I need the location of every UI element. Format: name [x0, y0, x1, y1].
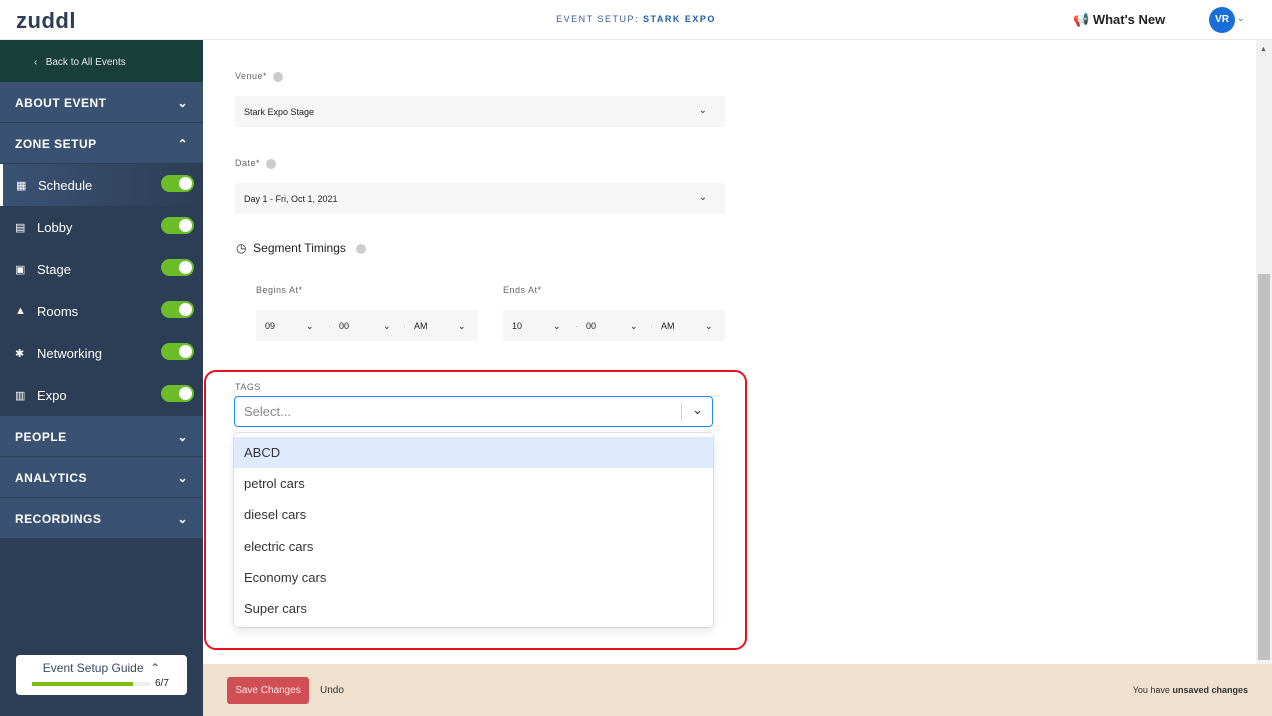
segment-timings-title: ◷ Segment Timings	[236, 241, 366, 255]
section-recordings[interactable]: RECORDINGS ⌄	[0, 498, 203, 539]
lobby-icon: ▤	[15, 221, 26, 234]
scroll-up-icon[interactable]: ▲	[1260, 46, 1267, 53]
begins-label: Begins At*	[256, 285, 303, 295]
info-icon[interactable]	[273, 71, 284, 82]
ends-hour[interactable]: 10	[512, 321, 522, 331]
section-analytics[interactable]: ANALYTICS ⌄	[0, 457, 203, 498]
chevron-down-icon: ⌄	[458, 321, 466, 331]
sidebar: ‹ Back to All Events ABOUT EVENT ⌄ ZONE S…	[0, 40, 203, 716]
section-people[interactable]: PEOPLE ⌄	[0, 416, 203, 457]
chevron-down-icon: ⌄	[698, 105, 707, 116]
undo-button[interactable]: Undo	[320, 685, 344, 696]
tags-dropdown-menu: ABCD petrol cars diesel cars electric ca…	[234, 433, 713, 627]
chevron-down-icon[interactable]: ⌄	[692, 402, 703, 418]
avatar[interactable]: VR	[1209, 7, 1235, 33]
guide-count: 6/7	[155, 678, 169, 689]
lobby-toggle[interactable]	[161, 217, 194, 234]
back-to-all-events[interactable]: ‹ Back to All Events	[0, 40, 203, 82]
begins-minute[interactable]: 00	[339, 321, 349, 331]
sidebar-item-schedule[interactable]: ▦ Schedule	[0, 164, 203, 206]
venue-select[interactable]: Stark Expo Stage ⌄	[235, 96, 725, 127]
ends-label: Ends At*	[503, 285, 542, 295]
tag-option[interactable]: Super cars	[234, 593, 713, 624]
ends-ampm[interactable]: AM	[661, 321, 675, 331]
chevron-down-icon[interactable]: ⌄	[1237, 13, 1245, 24]
guide-progress-fill	[32, 682, 134, 686]
sidebar-item-networking[interactable]: ✱ Networking	[0, 332, 203, 374]
stage-icon: ▣	[15, 263, 26, 276]
info-icon[interactable]	[355, 243, 366, 254]
section-about-event[interactable]: ABOUT EVENT ⌄	[0, 82, 203, 123]
top-header: zuddl EVENT SETUP: STARK EXPO 📢 What's N…	[0, 0, 1272, 40]
main-content: Venue* Stark Expo Stage ⌄ Date* Day 1 - F…	[203, 40, 1256, 664]
chevron-up-icon: ⌃	[150, 661, 161, 675]
rooms-icon: ▲	[15, 305, 26, 317]
tag-option[interactable]: electric cars	[234, 531, 713, 562]
chevron-left-icon: ‹	[34, 57, 38, 68]
section-zone-setup[interactable]: ZONE SETUP ⌃	[0, 123, 203, 164]
event-setup-guide[interactable]: Event Setup Guide ⌃ 6/7	[16, 655, 187, 695]
chevron-up-icon: ⌃	[177, 137, 188, 151]
calendar-icon: ▦	[16, 179, 27, 192]
chevron-down-icon: ⌄	[553, 321, 561, 331]
info-icon[interactable]	[266, 158, 277, 169]
unsaved-status: You have unsaved changes	[1132, 685, 1248, 695]
megaphone-icon: 📢	[1073, 12, 1090, 27]
begins-ampm[interactable]: AM	[414, 321, 428, 331]
clock-icon: ◷	[236, 241, 247, 255]
expo-icon: ▥	[15, 389, 26, 402]
save-changes-button[interactable]: Save Changes	[227, 677, 309, 704]
tag-option[interactable]: ABCD	[234, 437, 713, 469]
venue-label: Venue*	[235, 71, 284, 82]
networking-toggle[interactable]	[161, 343, 194, 360]
scrollbar[interactable]: ▲	[1256, 40, 1272, 664]
tag-option[interactable]: petrol cars	[234, 468, 713, 499]
date-label: Date*	[235, 158, 277, 169]
tags-select[interactable]: Select... ⌄	[234, 396, 713, 427]
ends-minute[interactable]: 00	[586, 321, 596, 331]
chevron-down-icon: ⌄	[306, 321, 314, 331]
date-select[interactable]: Day 1 - Fri, Oct 1, 2021 ⌄	[235, 183, 725, 214]
tag-option[interactable]: Economy cars	[234, 562, 713, 593]
sidebar-item-stage[interactable]: ▣ Stage	[0, 248, 203, 290]
rooms-toggle[interactable]	[161, 301, 194, 318]
chevron-down-icon: ⌄	[383, 321, 391, 331]
guide-progress-bar	[32, 682, 150, 686]
sidebar-item-expo[interactable]: ▥ Expo	[0, 374, 203, 416]
chevron-down-icon: ⌄	[177, 512, 188, 526]
chevron-down-icon: ⌄	[705, 321, 713, 331]
tag-option[interactable]: diesel cars	[234, 499, 713, 530]
scrollbar-thumb[interactable]	[1258, 274, 1270, 660]
ends-time-picker[interactable]: 10 ⌄ · 00 ⌄ · AM ⌄	[503, 310, 725, 341]
separator	[681, 403, 682, 421]
stage-toggle[interactable]	[161, 259, 194, 276]
sidebar-item-lobby[interactable]: ▤ Lobby	[0, 206, 203, 248]
chevron-down-icon: ⌄	[630, 321, 638, 331]
begins-hour[interactable]: 09	[265, 321, 275, 331]
chevron-down-icon: ⌄	[177, 96, 188, 110]
chevron-down-icon: ⌄	[177, 471, 188, 485]
networking-icon: ✱	[15, 347, 25, 360]
expo-toggle[interactable]	[161, 385, 194, 402]
begins-time-picker[interactable]: 09 ⌄ · 00 ⌄ · AM ⌄	[256, 310, 478, 341]
schedule-toggle[interactable]	[161, 175, 194, 192]
sidebar-item-rooms[interactable]: ▲ Rooms	[0, 290, 203, 332]
tags-label: TAGS	[235, 382, 261, 392]
whats-new-button[interactable]: 📢 What's New	[1073, 12, 1165, 28]
chevron-down-icon: ⌄	[698, 192, 707, 203]
footer-bar: Save Changes Undo You have unsaved chang…	[203, 664, 1272, 716]
chevron-down-icon: ⌄	[177, 430, 188, 444]
